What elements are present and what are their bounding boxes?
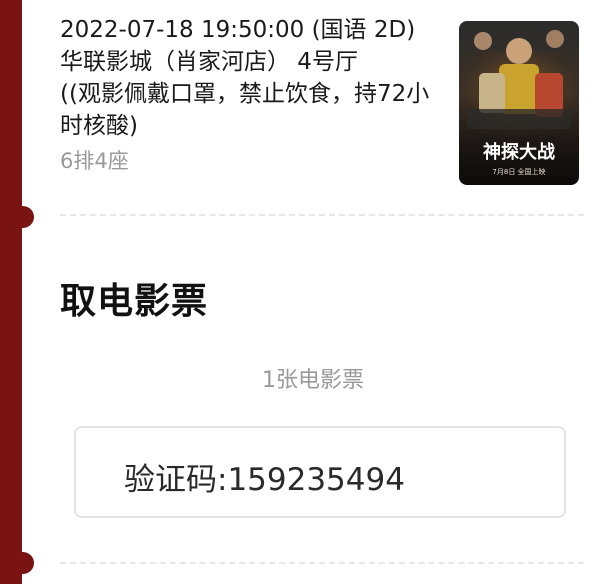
verification-code-box[interactable]: 验证码:159235494 <box>74 426 566 518</box>
ticket-notch-bottom <box>12 552 34 574</box>
poster-release-line: 7月8日 全国上映 <box>492 167 545 176</box>
showtime-text: 2022-07-18 19:50:00 (国语 2D) <box>60 17 416 43</box>
ticket-notch-top <box>12 206 34 228</box>
verification-code-text: 验证码:159235494 <box>124 462 405 498</box>
hall-notice-text: ((观影佩戴口罩，禁止饮食，持72小时核酸) <box>60 81 430 139</box>
seat-text: 6排4座 <box>60 149 129 173</box>
section-divider-bottom <box>60 562 584 564</box>
movie-poster-art: 神探大战 7月8日 全国上映 <box>459 21 579 185</box>
venue-text: 华联影城（肖家河店） 4号厅 <box>60 49 358 75</box>
poster-title-art: 神探大战 <box>483 141 555 163</box>
movie-poster[interactable]: 神探大战 7月8日 全国上映 <box>459 21 579 185</box>
ticket-edge-strip <box>0 0 22 584</box>
section-divider <box>60 214 584 216</box>
ticket-detail-page: 2022-07-18 19:50:00 (国语 2D) 华联影城（肖家河店） 4… <box>0 0 606 584</box>
pickup-title: 取电影票 <box>60 281 209 322</box>
ticket-count-text: 1张电影票 <box>262 368 364 393</box>
ticket-info: 2022-07-18 19:50:00 (国语 2D) 华联影城（肖家河店） 4… <box>60 14 440 178</box>
